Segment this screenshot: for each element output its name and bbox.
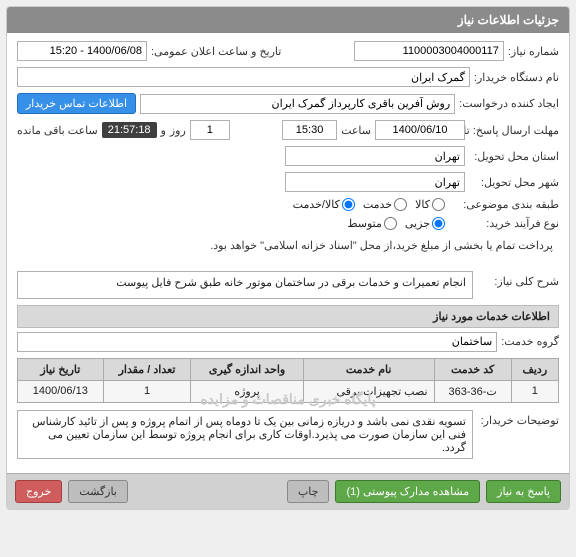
main-desc-label: شرح کلی نیاز: [479,271,559,299]
row-requester: ایجاد کننده درخواست: اطلاعات تماس خریدار [17,93,559,114]
back-button[interactable]: بازگشت [68,480,128,503]
cell-unit: پروژه [191,380,303,402]
respond-button[interactable]: پاسخ به نیاز [486,480,561,503]
cell-row: 1 [511,380,558,402]
row-buyer-org: نام دستگاه خریدار: [17,67,559,87]
form-body: شماره نیاز: تاریخ و ساعت اعلان عمومی: نا… [7,33,569,473]
attachments-button[interactable]: مشاهده مدارک پیوستی (1) [335,480,480,503]
deadline-label: مهلت ارسال پاسخ: تا تاریخ: [469,124,559,137]
deadline-and-label: و [161,124,166,137]
buyer-org-input[interactable] [17,67,470,87]
cell-date: 1400/06/13 [18,380,104,402]
deadline-date-input[interactable] [375,120,465,140]
buyer-notes-box: تسویه نقدی نمی باشد و دریازه زمانی بین ی… [17,410,473,459]
requester-label: ایجاد کننده درخواست: [459,97,559,110]
panel-title: جزئیات اطلاعات نیاز [7,7,569,33]
footer-bar: پاسخ به نیاز مشاهده مدارک پیوستی (1) چاپ… [7,473,569,509]
deadline-rooz-label: روز [170,124,186,137]
deliver-province-label: استان محل تحویل: [469,150,559,163]
subject-cat-label: طبقه بندی موضوعی: [449,198,559,211]
th-qty: تعداد / مقدار [103,358,191,380]
deadline-remain-label: ساعت باقی مانده [17,124,98,137]
row-service-group: گروه خدمت: [17,332,559,352]
service-group-label: گروه خدمت: [501,335,559,348]
row-deadline: مهلت ارسال پاسخ: تا تاریخ: ساعت روز و 21… [17,120,559,140]
pay-note: پرداخت تمام یا بخشی از مبلغ خرید،از محل … [204,234,559,259]
footer-left-group: بازگشت خروج [15,480,128,503]
row-need-announce: شماره نیاز: تاریخ و ساعت اعلان عمومی: [17,41,559,61]
th-name: نام خدمت [303,358,434,380]
row-buy-process: نوع فرآیند خرید: جزیی متوسط پرداخت تمام … [17,217,559,259]
deliver-city-input[interactable] [285,172,465,192]
main-desc-row: شرح کلی نیاز: انجام تعمیرات و خدمات برقی… [17,271,559,299]
services-section-header: اطلاعات خدمات مورد نیاز [17,305,559,328]
cell-name: نصب تجهیزات برقی [303,380,434,402]
buy-process-label: نوع فرآیند خرید: [449,217,559,230]
cell-qty: 1 [103,380,191,402]
deadline-days-input[interactable] [190,120,230,140]
print-button[interactable]: چاپ [287,480,330,503]
table-header-row: ردیف کد خدمت نام خدمت واحد اندازه گیری ت… [18,358,559,380]
announce-input[interactable] [17,41,147,61]
buy-process-opt-1[interactable]: متوسط [347,217,397,230]
buy-process-opt-0[interactable]: جزیی [405,217,445,230]
deadline-countdown: 21:57:18 [102,122,157,138]
need-no-label: شماره نیاز: [508,45,559,58]
services-table: ردیف کد خدمت نام خدمت واحد اندازه گیری ت… [17,358,559,403]
subject-cat-opt-2[interactable]: کالا/خدمت [293,198,355,211]
th-row: ردیف [511,358,558,380]
buy-process-group: جزیی متوسط [347,217,445,230]
need-no-input[interactable] [354,41,504,61]
announce-label: تاریخ و ساعت اعلان عمومی: [151,45,281,58]
subject-cat-opt-0[interactable]: کالا [415,198,445,211]
main-desc-box: انجام تعمیرات و خدمات برقی در ساختمان مو… [17,271,473,299]
contact-buyer-button[interactable]: اطلاعات تماس خریدار [17,93,136,114]
table-row[interactable]: 1 ت-36-363 نصب تجهیزات برقی پروژه 1 1400… [18,380,559,402]
requester-input[interactable] [140,94,455,114]
deadline-time-input[interactable] [282,120,337,140]
deliver-province-input[interactable] [285,146,465,166]
deliver-city-label: شهر محل تحویل: [469,176,559,189]
exit-button[interactable]: خروج [15,480,62,503]
subject-cat-opt-1[interactable]: خدمت [363,198,407,211]
footer-right-group: پاسخ به نیاز مشاهده مدارک پیوستی (1) چاپ [287,480,561,503]
need-details-panel: جزئیات اطلاعات نیاز شماره نیاز: تاریخ و … [6,6,570,510]
buyer-org-label: نام دستگاه خریدار: [474,71,559,84]
buyer-notes-label: توضیحات خریدار: [479,410,559,459]
cell-code: ت-36-363 [434,380,511,402]
buyer-notes-row: توضیحات خریدار: تسویه نقدی نمی باشد و در… [17,410,559,459]
deadline-saat-label: ساعت [341,124,371,137]
subject-cat-group: کالا خدمت کالا/خدمت [293,198,445,211]
row-deliver-province: استان محل تحویل: [17,146,559,166]
th-code: کد خدمت [434,358,511,380]
service-group-input[interactable] [17,332,497,352]
row-deliver-city: شهر محل تحویل: [17,172,559,192]
th-unit: واحد اندازه گیری [191,358,303,380]
th-date: تاریخ نیاز [18,358,104,380]
row-subject-cat: طبقه بندی موضوعی: کالا خدمت کالا/خدمت [17,198,559,211]
